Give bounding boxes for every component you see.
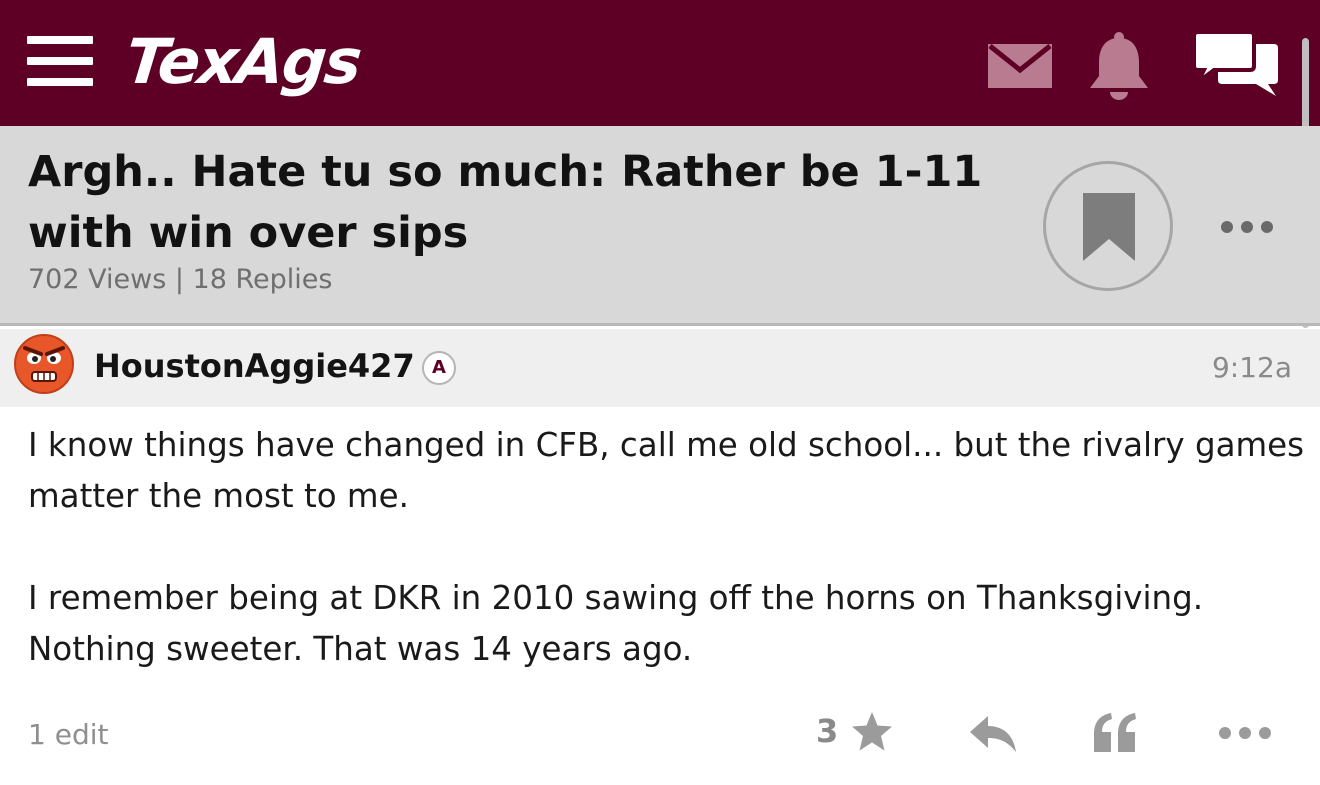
texags-logo[interactable]: TexAgs [122,24,364,100]
menu-icon[interactable] [27,36,95,86]
edit-count[interactable]: 1 edit [28,718,108,751]
user-badge: A [422,351,456,385]
post-body: I know things have changed in CFB, call … [28,420,1308,675]
thread-title: Argh.. Hate tu so much: Rather be 1-11 w… [28,147,983,258]
post-footer: 1 edit 3 [0,706,1320,766]
chat-icon[interactable] [1192,30,1280,98]
avatar[interactable] [14,334,74,394]
top-bar: TexAgs [0,0,1320,126]
thread-more-icon[interactable] [1220,220,1274,234]
reply-icon[interactable] [968,714,1018,754]
like-count: 3 [816,712,839,750]
post-paragraph: I remember being at DKR in 2010 sawing o… [28,579,1204,668]
post-time: 9:12a [1211,351,1292,384]
bell-icon[interactable] [1086,32,1152,100]
post-author-row: HoustonAggie427 A 9:12a [0,329,1320,407]
bookmark-icon [1083,193,1135,261]
thread-meta: 702 Views | 18 Replies [28,264,333,295]
username[interactable]: HoustonAggie427 [94,347,415,385]
thread-header: Argh.. Hate tu so much: Rather be 1-11 w… [0,126,1320,326]
mail-icon[interactable] [988,44,1052,88]
post-paragraph: I know things have changed in CFB, call … [28,426,1305,515]
quote-icon[interactable] [1092,712,1138,754]
star-icon[interactable] [850,710,894,754]
bookmark-button[interactable] [1043,161,1173,291]
post-more-icon[interactable] [1218,726,1272,740]
